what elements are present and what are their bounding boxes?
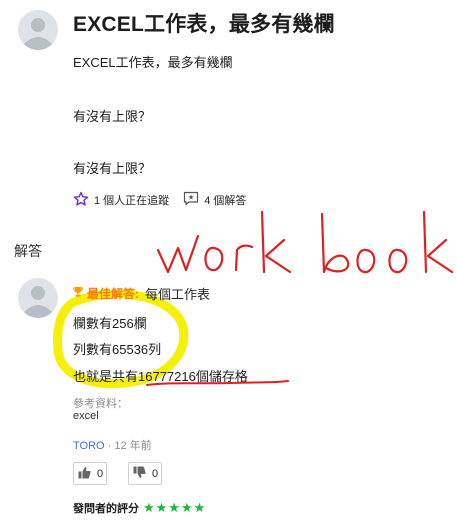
rating-stars: ★★★★★ <box>143 500 207 515</box>
downvote-button[interactable]: 0 <box>128 462 162 485</box>
handwritten-workbook-text: workbook <box>156 210 454 274</box>
thumbs-up-icon <box>78 466 91 482</box>
question-body-line-2: 有沒有上限？ <box>73 109 152 124</box>
question-meta: 1 個人正在追蹤 4 個解答 <box>73 191 246 209</box>
question-title: EXCEL工作表，最多有幾欄 <box>73 13 335 36</box>
question-avatar-icon[interactable] <box>18 10 58 50</box>
answer-bubble-icon <box>183 191 199 209</box>
question-body-line-1: EXCEL工作表，最多有幾欄 <box>73 55 233 70</box>
star-outline-icon <box>73 191 89 210</box>
downvote-count: 0 <box>152 467 159 480</box>
followers-count: 1 個人正在追蹤 <box>94 195 170 207</box>
reference-label: 參考資料： <box>73 398 128 410</box>
answers-count: 4 個解答 <box>204 195 247 207</box>
answer-line-1: 每個工作表 <box>145 287 211 302</box>
reference-value: excel <box>73 410 99 422</box>
question-body-line-3: 有沒有上限？ <box>73 161 152 176</box>
asker-rating: 發問者的評分 ★★★★★ <box>73 500 206 516</box>
best-answer-header: 最佳解答: 每個工作表 <box>73 284 210 303</box>
answer-time: 12 年前 <box>114 440 152 452</box>
follow-button[interactable]: 1 個人正在追蹤 <box>73 191 169 210</box>
upvote-button[interactable]: 0 <box>73 462 107 485</box>
answer-author-row: TORO · 12 年前 <box>73 437 152 453</box>
author-link[interactable]: TORO <box>73 440 105 452</box>
thumbs-down-icon <box>133 466 146 482</box>
upvote-count: 0 <box>97 467 104 480</box>
trophy-icon <box>73 286 83 301</box>
answer-line-4: 也就是共有16777216個儲存格 <box>73 369 248 384</box>
answer-line-2: 欄數有256欄 <box>73 316 147 331</box>
answers-section-label: 解答 <box>14 243 42 259</box>
annotation-overlay: workbook <box>146 210 454 386</box>
separator-dot: · <box>107 440 112 452</box>
answer-line-3: 列數有65536列 <box>73 342 162 357</box>
best-answer-label: 最佳解答: <box>87 287 139 301</box>
rating-label: 發問者的評分 <box>73 503 139 515</box>
answers-link[interactable]: 4 個解答 <box>183 191 246 209</box>
